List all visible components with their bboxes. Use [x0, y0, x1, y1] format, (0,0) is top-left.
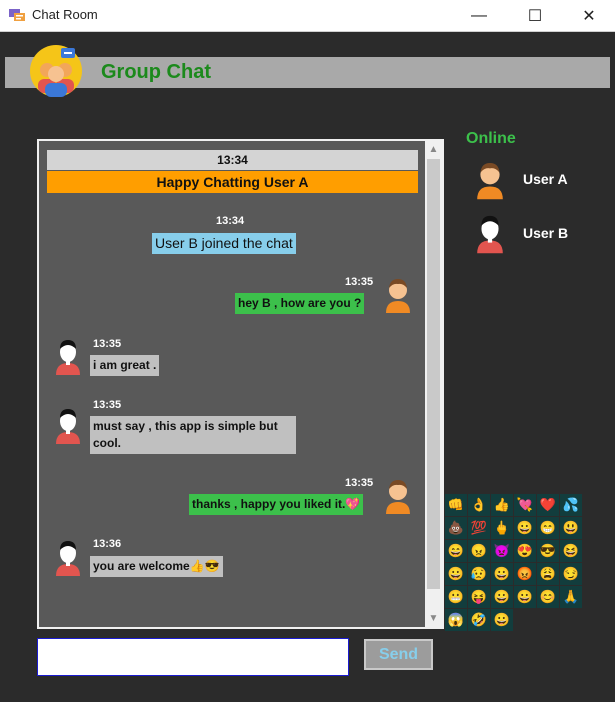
emoji-button[interactable]: 😍	[514, 540, 536, 562]
scroll-thumb[interactable]	[427, 159, 440, 589]
emoji-button[interactable]: 😏	[560, 563, 582, 585]
message-input[interactable]	[37, 638, 349, 676]
scroll-up-arrow-icon[interactable]: ▲	[425, 141, 442, 158]
emoji-button[interactable]: 🙏	[560, 586, 582, 608]
emoji-button[interactable]: 💘	[514, 494, 536, 516]
emoji-button[interactable]: 😄	[445, 540, 467, 562]
emoji-button[interactable]: 😀	[491, 586, 513, 608]
chat-app-icon	[9, 9, 25, 21]
emoji-button[interactable]: 😀	[491, 609, 513, 631]
message-bubble-sent: hey B , how are you ?	[235, 293, 365, 314]
emoji-button[interactable]: 👊	[445, 494, 467, 516]
online-title: Online	[466, 130, 516, 147]
user-a-avatar-icon	[386, 279, 410, 313]
emoji-button[interactable]: 😀	[445, 563, 467, 585]
user-b-avatar-icon	[56, 409, 80, 444]
message-bubble-received: you are welcome👍😎	[90, 556, 223, 577]
emoji-button[interactable]: 😁	[537, 517, 559, 539]
message-time: 13:35	[345, 276, 374, 288]
welcome-banner: Happy Chatting User A	[47, 171, 418, 193]
emoji-button[interactable]: 😃	[560, 517, 582, 539]
page-title: Group Chat	[101, 61, 211, 83]
chat-scrollbar[interactable]: ▲ ▼	[425, 141, 442, 627]
message-time: 13:36	[93, 538, 122, 550]
emoji-button[interactable]: 😱	[445, 609, 467, 631]
message-time: 13:35	[93, 338, 122, 350]
emoji-button[interactable]: 😀	[514, 586, 536, 608]
emoji-button[interactable]: 😡	[514, 563, 536, 585]
user-a-avatar-icon	[386, 480, 410, 514]
emoji-button[interactable]: 💩	[445, 517, 467, 539]
message-bubble-received: must say , this app is simple but cool.	[90, 416, 296, 454]
message-time: 13:35	[345, 477, 374, 489]
emoji-button[interactable]: 🤣	[468, 609, 490, 631]
emoji-button[interactable]: 😩	[537, 563, 559, 585]
emoji-button[interactable]: 😠	[468, 540, 490, 562]
emoji-button[interactable]: 😀	[491, 563, 513, 585]
minimize-button[interactable]: —	[456, 0, 502, 31]
online-user-b[interactable]: User B	[523, 225, 568, 241]
group-chat-icon	[30, 45, 82, 97]
header-bar	[5, 57, 610, 88]
join-notice: User B joined the chat	[152, 233, 296, 254]
emoji-button[interactable]: 😎	[537, 540, 559, 562]
send-button[interactable]: Send	[364, 639, 433, 670]
emoji-button[interactable]: 👿	[491, 540, 513, 562]
window-title: Chat Room	[32, 7, 98, 22]
emoji-button[interactable]: 😀	[514, 517, 536, 539]
join-time: 13:34	[216, 215, 245, 227]
user-b-avatar-icon	[477, 215, 503, 254]
maximize-button[interactable]: ☐	[512, 0, 558, 31]
message-time: 13:35	[93, 399, 122, 411]
user-b-avatar-icon	[56, 340, 80, 375]
emoji-button[interactable]: 💯	[468, 517, 490, 539]
emoji-button[interactable]: 👌	[468, 494, 490, 516]
title-bar: Chat Room — ☐ ✕	[0, 0, 615, 32]
emoji-button[interactable]: 💦	[560, 494, 582, 516]
emoji-button[interactable]: ❤️	[537, 494, 559, 516]
emoji-button[interactable]: 😬	[445, 586, 467, 608]
emoji-button[interactable]: 👍	[491, 494, 513, 516]
welcome-time: 13:34	[47, 150, 418, 170]
emoji-button[interactable]: 🖕	[491, 517, 513, 539]
emoji-button[interactable]: 😊	[537, 586, 559, 608]
emoji-button[interactable]: 😆	[560, 540, 582, 562]
scroll-down-arrow-icon[interactable]: ▼	[425, 610, 442, 627]
emoji-picker: 👊 👌 👍 💘 ❤️ 💦 💩 💯 🖕 😀 😁 😃 😄 😠 👿 😍 😎 😆 😀 😥…	[445, 494, 582, 631]
emoji-button[interactable]: 😝	[468, 586, 490, 608]
message-bubble-received: i am great .	[90, 355, 160, 376]
message-bubble-sent: thanks , happy you liked it.💖	[189, 494, 364, 515]
user-a-avatar-icon	[477, 163, 503, 200]
online-user-a[interactable]: User A	[523, 171, 568, 187]
user-b-avatar-icon	[56, 541, 80, 576]
close-button[interactable]: ✕	[566, 0, 612, 31]
emoji-button[interactable]: 😥	[468, 563, 490, 585]
